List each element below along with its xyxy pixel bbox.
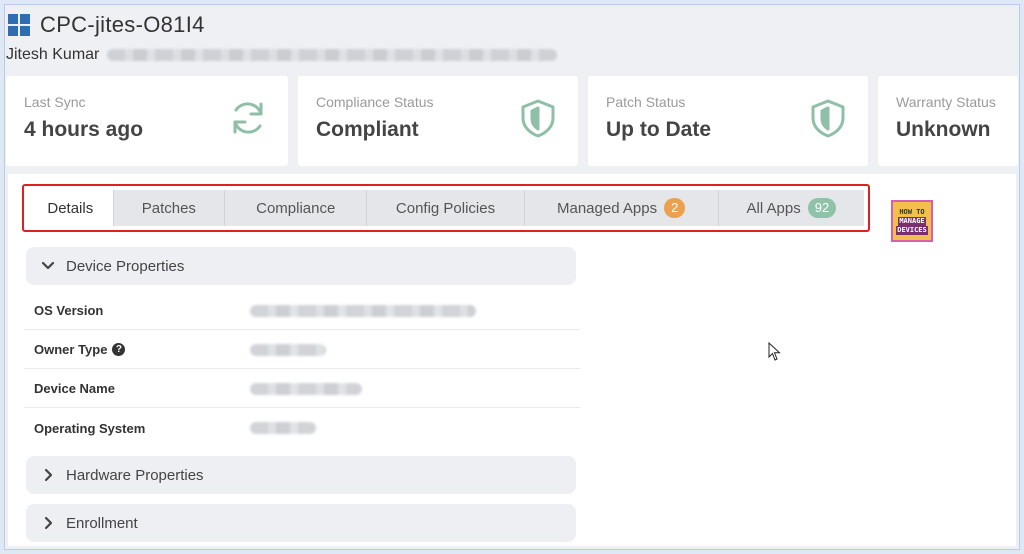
redacted-value: [250, 304, 476, 317]
redacted-value: [250, 422, 316, 434]
chevron-right-icon: [40, 467, 56, 483]
tab-label: Managed Apps: [557, 199, 658, 217]
property-row-operating-system: Operating System: [24, 409, 580, 447]
tab-all-apps[interactable]: All Apps 92: [718, 190, 864, 226]
user-row: Jitesh Kumar: [6, 44, 558, 66]
mouse-cursor-icon: [768, 341, 782, 362]
chevron-down-icon: [40, 258, 56, 274]
enrollment-header[interactable]: Enrollment: [26, 504, 576, 542]
property-label: Owner Type: [34, 342, 108, 357]
tab-managed-apps[interactable]: Managed Apps 2: [524, 190, 719, 226]
property-label-wrap: Owner Type ?: [24, 342, 250, 357]
property-row-device-name: Device Name: [24, 370, 580, 408]
card-value: Unknown: [896, 118, 991, 141]
shield-icon: [518, 98, 558, 138]
section-title: Enrollment: [66, 514, 138, 532]
logo-line: DEVICES: [896, 225, 928, 235]
tab-patches[interactable]: Patches: [113, 190, 226, 226]
status-cards: Last Sync 4 hours ago Compliance Status …: [6, 76, 1018, 166]
tab-label: Config Policies: [395, 199, 496, 217]
last-sync-card: Last Sync 4 hours ago: [6, 76, 288, 166]
property-label: Operating System: [34, 420, 146, 436]
property-label: OS Version: [34, 303, 104, 318]
help-icon[interactable]: ?: [112, 343, 126, 356]
managed-apps-count-badge: 2: [664, 198, 686, 218]
warranty-status-card: Warranty Status Unknown: [878, 76, 1018, 166]
tab-label: Patches: [141, 199, 196, 217]
redacted-value: [250, 382, 362, 395]
chevron-right-icon: [40, 515, 56, 531]
logo-line: MANAGE: [898, 216, 926, 226]
compliance-status-card: Compliance Status Compliant: [298, 76, 578, 166]
tab-compliance[interactable]: Compliance: [225, 190, 368, 226]
tab-label: Compliance: [256, 199, 336, 217]
redacted-user-details: [107, 49, 558, 61]
sync-icon[interactable]: [228, 98, 268, 138]
windows-logo-icon: [8, 14, 30, 36]
property-row-owner-type: Owner Type ?: [24, 331, 580, 369]
logo-line: HOW TO: [899, 207, 925, 216]
section-title: Hardware Properties: [66, 466, 204, 484]
how-to-manage-devices-logo: HOW TO MANAGE DEVICES: [891, 200, 933, 242]
patch-status-card: Patch Status Up to Date: [588, 76, 868, 166]
property-row-os-version: OS Version: [24, 292, 580, 330]
device-header: CPC-jites-O81I4: [8, 10, 205, 40]
property-label: Device Name: [34, 381, 115, 396]
device-title: CPC-jites-O81I4: [40, 12, 205, 37]
device-properties-header[interactable]: Device Properties: [26, 247, 576, 285]
tab-label: All Apps: [746, 199, 801, 217]
shield-icon: [808, 98, 848, 138]
tab-label: Details: [47, 199, 94, 217]
tab-details[interactable]: Details: [28, 190, 114, 226]
redacted-value: [250, 343, 326, 356]
section-title: Device Properties: [66, 257, 185, 275]
tab-config-policies[interactable]: Config Policies: [367, 190, 525, 226]
all-apps-count-badge: 92: [807, 198, 837, 218]
device-tabs: Details Patches Compliance Config Polici…: [22, 184, 870, 232]
hardware-properties-header[interactable]: Hardware Properties: [26, 456, 576, 494]
user-name: Jitesh Kumar: [6, 46, 100, 63]
card-label: Warranty Status: [896, 94, 996, 110]
